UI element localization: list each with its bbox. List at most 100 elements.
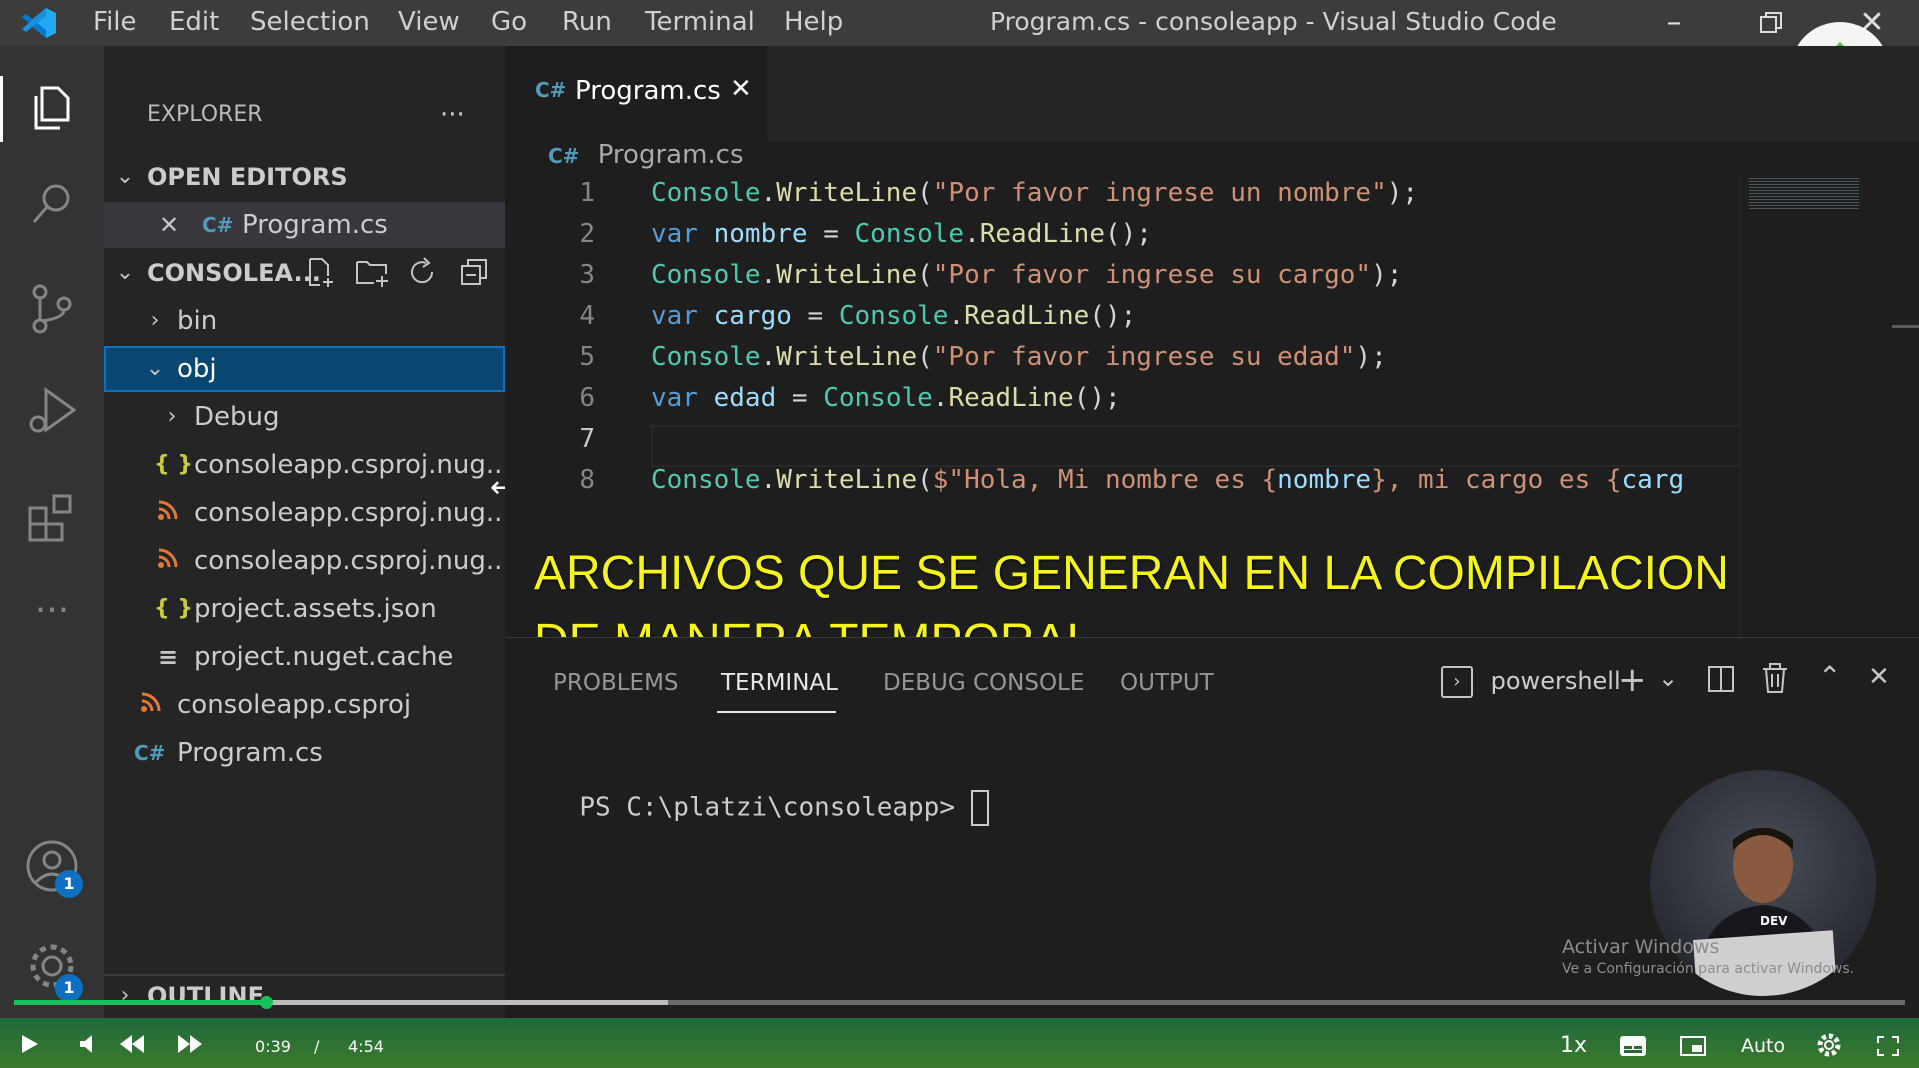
code-token: . — [760, 465, 777, 495]
close-tab-icon[interactable]: ✕ — [730, 74, 752, 104]
refresh-icon[interactable] — [406, 256, 438, 303]
open-editors-label: OPEN EDITORS — [147, 163, 348, 191]
menu-go[interactable]: Go — [491, 0, 527, 46]
open-editors-header[interactable]: ⌄ OPEN EDITORS — [104, 154, 505, 200]
tree-item-label: consoleapp.csproj.nug... — [194, 498, 511, 528]
menu-run[interactable]: Run — [562, 0, 612, 46]
playback-speed-button[interactable]: 1x — [1560, 1033, 1587, 1058]
code-token: Console — [651, 342, 761, 372]
breadcrumb[interactable]: C# Program.cs — [548, 138, 744, 172]
picture-in-picture-icon[interactable] — [1679, 1035, 1707, 1061]
code-token: WriteLine — [776, 178, 918, 208]
code-token: . — [948, 301, 965, 331]
menu-help[interactable]: Help — [784, 0, 843, 46]
code-token: . — [760, 260, 777, 290]
code-line: Console.WriteLine("Por favor ingrese un … — [651, 178, 1418, 208]
tree-file-nuget-dgspec[interactable]: { } consoleapp.csproj.nug... — [104, 442, 511, 488]
maximize-panel-icon[interactable]: ⌃ — [1818, 660, 1841, 693]
code-line: var nombre = Console.ReadLine(); — [651, 219, 1152, 249]
tab-program-cs[interactable]: C# Program.cs ✕ — [505, 46, 767, 142]
tree-file-nuget-targets[interactable]: consoleapp.csproj.nug... — [104, 538, 511, 584]
terminal-shell-selector[interactable]: › powershell — [1441, 663, 1621, 699]
new-terminal-icon[interactable]: + — [1618, 660, 1647, 700]
json-braces-icon: { } — [154, 596, 193, 621]
tree-file-program-cs[interactable]: C# Program.cs — [104, 730, 505, 776]
settings-icon[interactable] — [1815, 1031, 1843, 1063]
collapse-all-icon[interactable] — [458, 256, 490, 303]
code-line: var cargo = Console.ReadLine(); — [651, 301, 1136, 331]
open-editor-item[interactable]: ✕ C# Program.cs — [104, 202, 505, 248]
tree-item-label: obj — [177, 354, 217, 384]
minimize-icon[interactable]: – — [1654, 6, 1694, 40]
svg-text:DEV: DEV — [1760, 914, 1788, 928]
watermark-line1: Activar Windows — [1562, 936, 1720, 958]
outline-header[interactable]: › OUTLINE — [104, 976, 505, 1016]
tree-item-label: consoleapp.csproj.nug... — [194, 546, 511, 576]
run-debug-icon[interactable] — [22, 380, 82, 440]
rss-feed-icon — [154, 490, 182, 536]
code-token: cargo — [713, 301, 792, 331]
search-icon[interactable] — [22, 174, 82, 234]
csharp-file-icon: C# — [202, 213, 234, 237]
code-token: (); — [1073, 383, 1121, 413]
tree-folder-bin[interactable]: › bin — [104, 298, 505, 344]
project-header[interactable]: ⌄ CONSOLEA... — [104, 250, 505, 296]
new-folder-icon[interactable] — [354, 256, 390, 303]
fullscreen-icon[interactable] — [1876, 1035, 1900, 1061]
menu-terminal[interactable]: Terminal — [645, 0, 755, 46]
tree-item-label: consoleapp.csproj.nug... — [194, 450, 511, 480]
quality-button[interactable]: Auto — [1741, 1035, 1785, 1057]
explorer-more-icon[interactable]: ··· — [440, 92, 465, 138]
kill-terminal-icon[interactable] — [1760, 662, 1790, 698]
tree-item-label: project.nuget.cache — [194, 642, 454, 672]
new-file-icon[interactable] — [304, 256, 336, 303]
tree-file-nuget-cache[interactable]: ≡ project.nuget.cache — [104, 634, 505, 680]
rewind-icon[interactable] — [118, 1033, 146, 1059]
menu-selection[interactable]: Selection — [250, 0, 370, 46]
menu-edit[interactable]: Edit — [169, 0, 219, 46]
tree-file-csproj[interactable]: consoleapp.csproj — [104, 682, 505, 728]
code-token: ( — [917, 342, 933, 372]
extensions-icon[interactable] — [22, 486, 82, 546]
chevron-down-icon: ⌄ — [145, 356, 165, 381]
more-icon[interactable]: ··· — [22, 593, 82, 656]
close-editor-icon[interactable]: ✕ — [159, 202, 179, 248]
code-token: carg — [1621, 465, 1685, 495]
chevron-down-icon[interactable]: ⌄ — [1658, 664, 1678, 692]
code-token: . — [760, 178, 777, 208]
vertical-scrollbar[interactable] — [1892, 325, 1919, 328]
split-terminal-icon[interactable] — [1706, 664, 1736, 698]
code-token: . — [964, 219, 980, 249]
code-token: ( — [917, 260, 933, 290]
fast-forward-icon[interactable] — [176, 1033, 204, 1059]
code-token: Console — [651, 178, 761, 208]
close-panel-icon[interactable]: ✕ — [1868, 662, 1890, 692]
terminal-output[interactable]: PS C:\platzi\consoleapp> — [548, 760, 989, 826]
menu-view[interactable]: View — [398, 0, 460, 46]
chevron-right-icon: › — [150, 308, 160, 333]
code-token: (); — [1089, 301, 1137, 331]
play-icon[interactable] — [20, 1033, 40, 1059]
tab-terminal[interactable]: TERMINAL — [721, 668, 838, 698]
code-line: Console.WriteLine("Por favor ingrese su … — [651, 342, 1387, 372]
current-time: 0:39 — [255, 1037, 291, 1056]
tab-problems[interactable]: PROBLEMS — [553, 668, 679, 698]
settings-badge: 1 — [55, 974, 83, 1002]
duration: 4:54 — [348, 1037, 384, 1056]
tree-folder-debug[interactable]: › Debug — [104, 394, 505, 440]
tab-output[interactable]: OUTPUT — [1120, 668, 1214, 698]
tree-file-nuget-props[interactable]: consoleapp.csproj.nug... — [104, 490, 511, 536]
tab-debug-console[interactable]: DEBUG CONSOLE — [883, 668, 1084, 698]
tree-item-label: project.assets.json — [194, 594, 437, 624]
menu-file[interactable]: File — [93, 0, 137, 46]
terminal-icon: › — [1441, 666, 1473, 698]
explorer-icon[interactable] — [22, 76, 82, 136]
source-control-icon[interactable] — [22, 278, 82, 338]
captions-icon[interactable] — [1619, 1035, 1647, 1061]
tree-folder-obj[interactable]: ⌄ obj — [104, 346, 505, 392]
video-scrubber-handle[interactable] — [260, 996, 273, 1009]
video-played-bar — [14, 1000, 266, 1005]
tree-file-project-assets[interactable]: { } project.assets.json — [104, 586, 505, 632]
volume-icon[interactable] — [78, 1033, 100, 1059]
restore-icon[interactable] — [1751, 6, 1791, 40]
